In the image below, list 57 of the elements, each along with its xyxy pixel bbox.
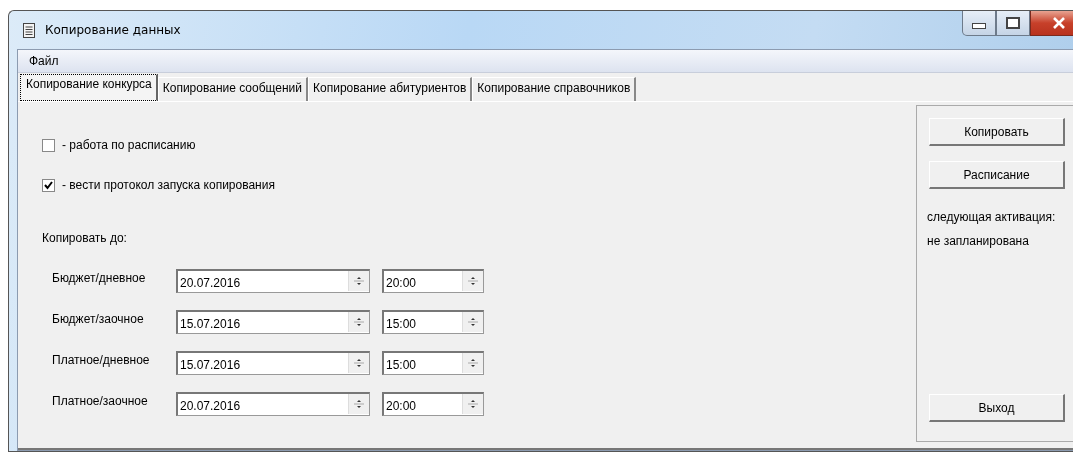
spin-arrows-icon <box>468 357 478 369</box>
spin-button[interactable] <box>462 353 483 373</box>
time-field[interactable]: 20:00 <box>384 272 462 290</box>
date-picker[interactable]: 15.07.2016 <box>176 350 370 375</box>
field-label: Платное/заочное <box>52 393 149 408</box>
tab[interactable]: Копирование конкурса <box>20 74 158 101</box>
checkbox-label: - работа по расписанию <box>62 138 196 152</box>
status-label: следующая активация: <box>927 210 1057 224</box>
date-field[interactable]: 20.07.2016 <box>178 395 348 413</box>
tab[interactable]: Копирование справочников <box>472 77 637 101</box>
spin-arrows-icon <box>354 316 364 328</box>
date-field[interactable]: 15.07.2016 <box>178 313 348 331</box>
date-picker[interactable]: 20.07.2016 <box>176 391 370 416</box>
spin-arrows-icon <box>354 275 364 287</box>
tab[interactable]: Копирование сообщений <box>157 77 308 101</box>
time-field[interactable]: 15:00 <box>384 313 462 331</box>
tab[interactable]: Копирование абитуриентов <box>308 77 473 101</box>
checkbox[interactable] <box>42 178 55 192</box>
field-label: Платное/дневное <box>52 352 151 367</box>
date-picker[interactable]: 15.07.2016 <box>176 309 370 334</box>
window-title: Копирование данных <box>45 23 181 37</box>
spin-button[interactable] <box>348 353 369 373</box>
action-button[interactable]: Расписание <box>929 161 1065 189</box>
maximize-button[interactable] <box>996 11 1030 36</box>
time-field[interactable]: 15:00 <box>384 354 462 372</box>
spin-arrows-icon <box>468 316 478 328</box>
spin-button[interactable] <box>462 394 483 414</box>
spin-arrows-icon <box>354 357 364 369</box>
document-icon <box>23 22 35 38</box>
date-picker[interactable]: 20.07.2016 <box>176 268 370 293</box>
checkbox-label: - вести протокол запуска копирования <box>62 178 275 192</box>
minimize-button[interactable] <box>962 11 996 36</box>
spin-arrows-icon <box>468 398 478 410</box>
close-icon <box>1052 17 1066 29</box>
field-label: Бюджет/дневное <box>52 270 147 285</box>
spin-button[interactable] <box>348 394 369 414</box>
spin-button[interactable] <box>462 271 483 291</box>
close-button[interactable] <box>1030 11 1073 36</box>
time-picker[interactable]: 15:00 <box>382 309 484 334</box>
action-button[interactable]: Копировать <box>929 118 1065 146</box>
checkbox[interactable] <box>42 138 55 152</box>
date-field[interactable]: 20.07.2016 <box>178 272 348 290</box>
spin-button[interactable] <box>462 312 483 332</box>
spin-button[interactable] <box>348 271 369 291</box>
menu-item[interactable]: Файл <box>26 54 62 68</box>
exit-button[interactable]: Выход <box>929 394 1065 422</box>
section-label: Копировать до: <box>42 231 128 245</box>
time-picker[interactable]: 20:00 <box>382 268 484 293</box>
time-picker[interactable]: 20:00 <box>382 391 484 416</box>
date-field[interactable]: 15.07.2016 <box>178 354 348 372</box>
field-label: Бюджет/заочное <box>52 311 145 326</box>
status-value: не запланирована <box>927 234 1030 248</box>
time-field[interactable]: 20:00 <box>384 395 462 413</box>
spin-arrows-icon <box>354 398 364 410</box>
time-picker[interactable]: 15:00 <box>382 350 484 375</box>
spin-button[interactable] <box>348 312 369 332</box>
spin-arrows-icon <box>468 275 478 287</box>
